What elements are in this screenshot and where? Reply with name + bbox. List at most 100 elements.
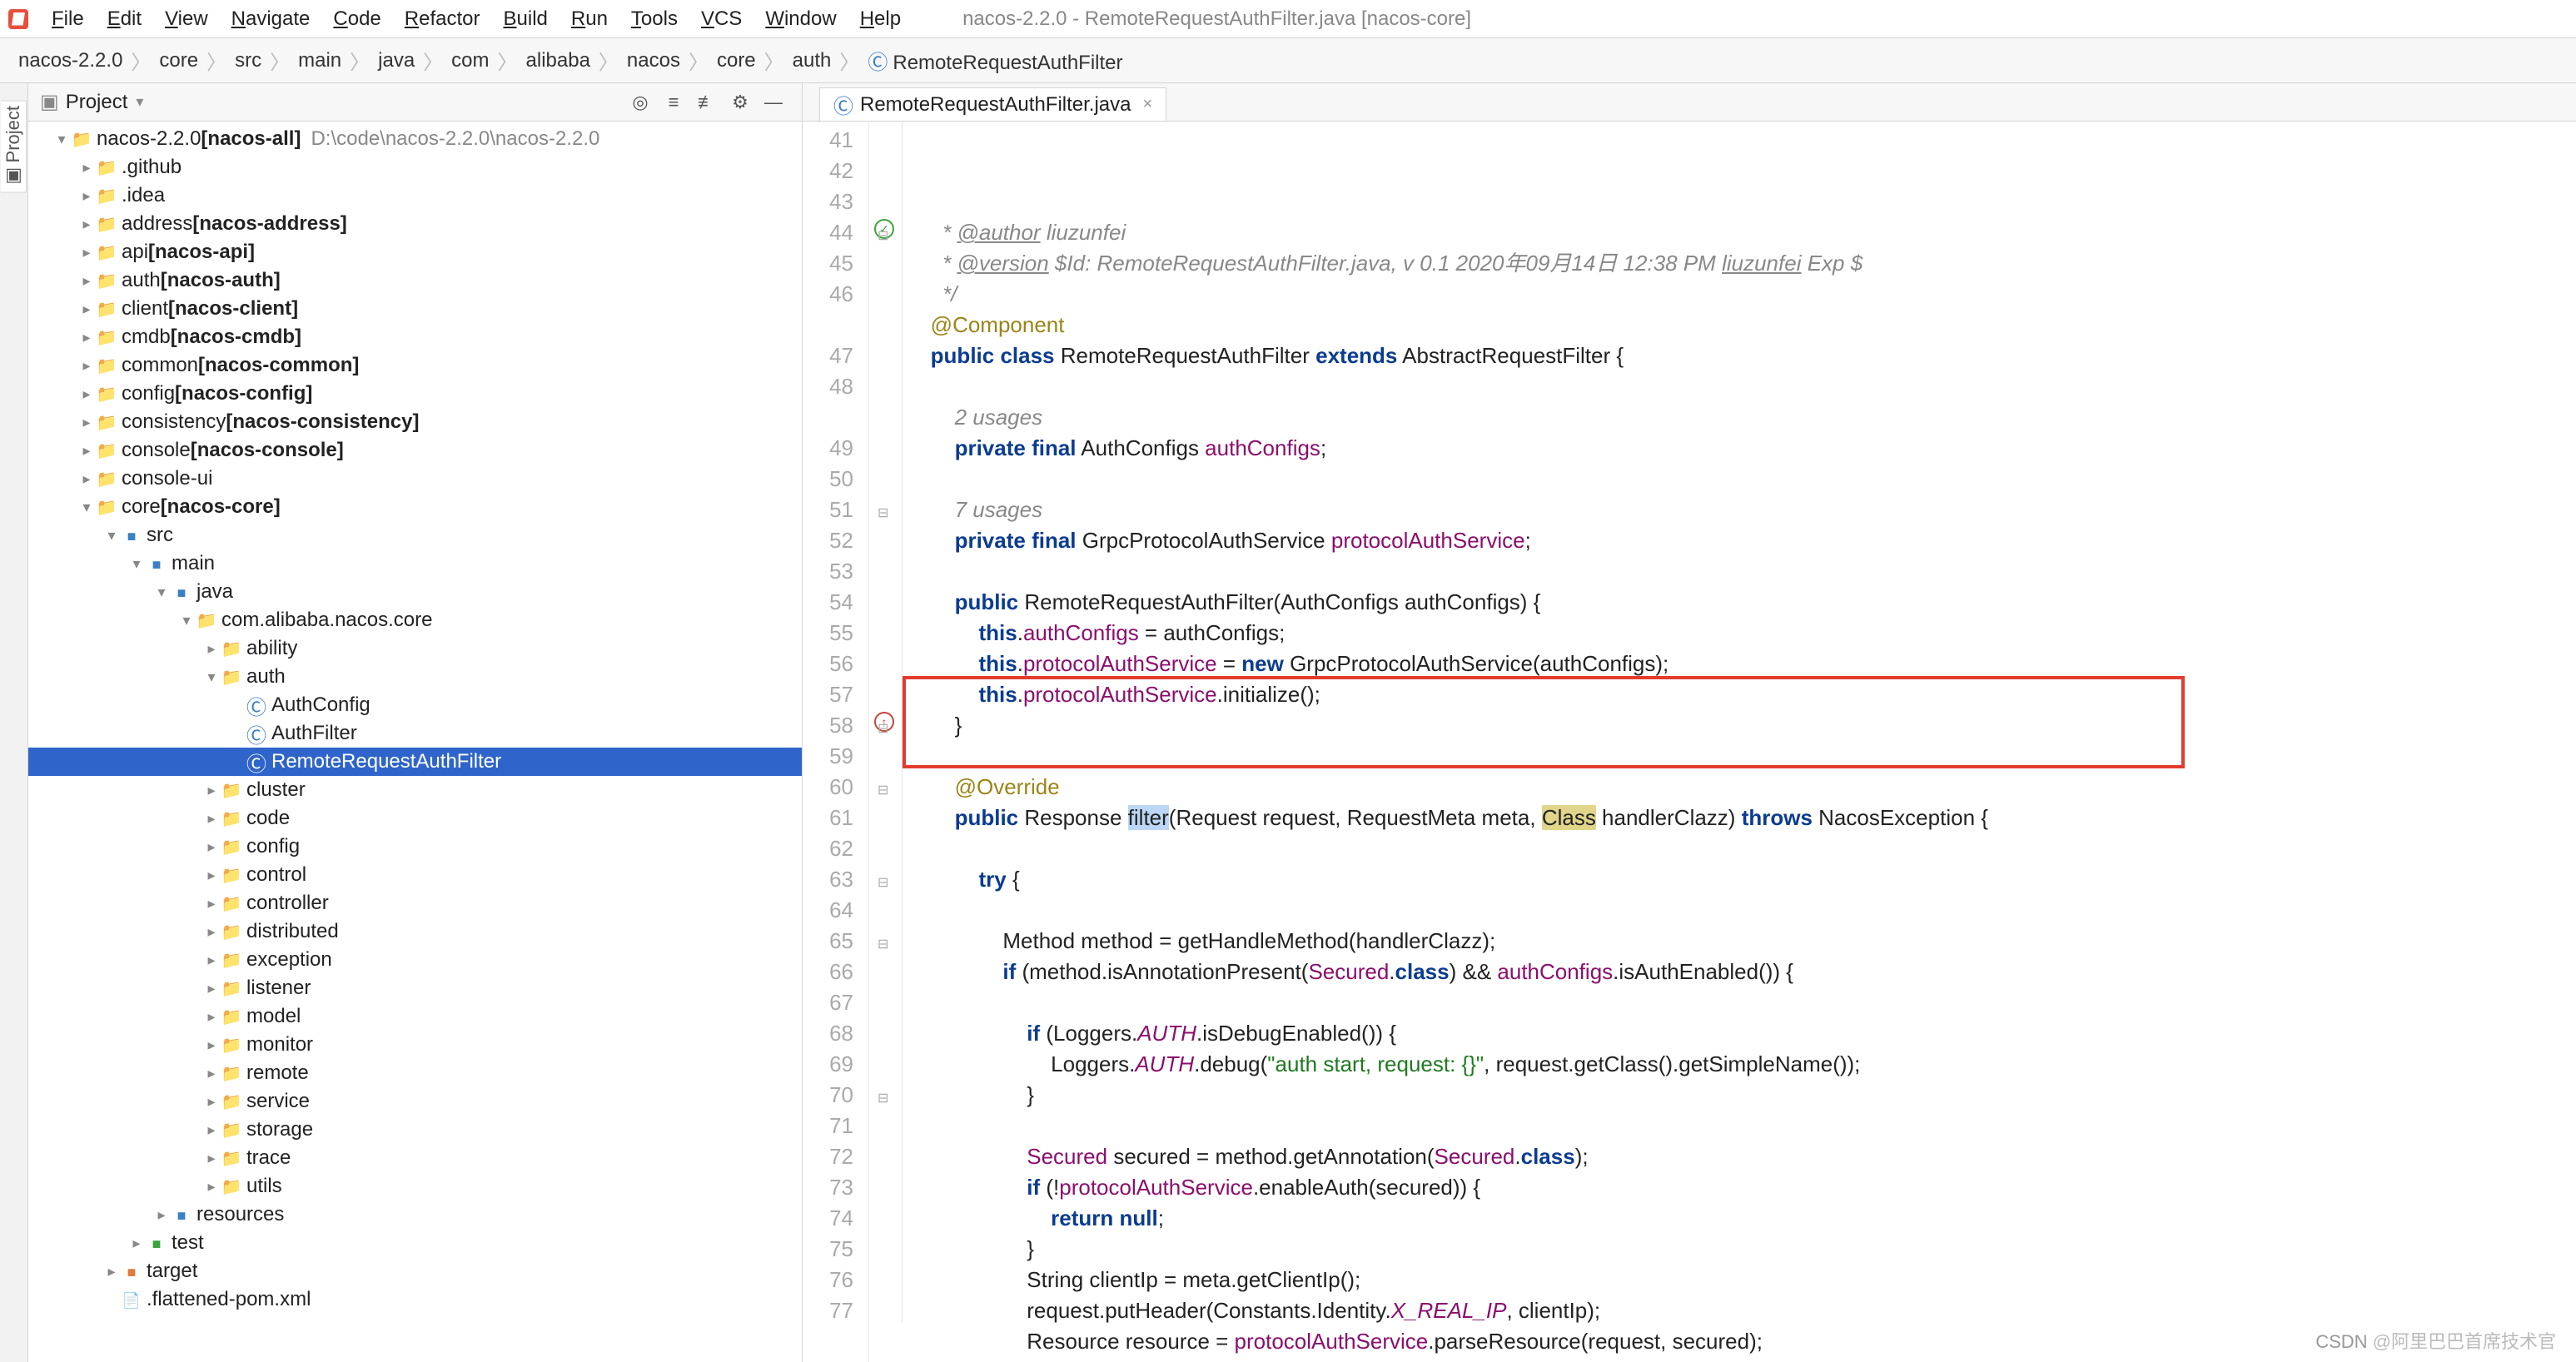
tree-arrow-icon[interactable] [203,838,220,856]
tree-arrow-icon[interactable] [203,1150,220,1167]
code-line[interactable]: this.authConfigs = authConfigs; [913,618,2576,649]
collapse-icon[interactable]: ≢ [694,89,720,116]
menu-build[interactable]: Build [492,7,559,30]
tree-item-config[interactable]: config [28,833,802,861]
tree-item-exception[interactable]: exception [28,946,802,974]
menu-vcs[interactable]: VCS [689,7,753,30]
menu-file[interactable]: File [40,7,96,30]
code-line[interactable]: if (Loggers.AUTH.isDebugEnabled()) { [913,1018,2576,1049]
tree-item-target[interactable]: target [28,1257,802,1285]
breadcrumb-core[interactable]: core [710,49,763,72]
code-line[interactable]: if (!protocolAuthService.enableAuth(secu… [913,1172,2576,1203]
code-line[interactable] [913,1111,2576,1141]
tree-item-console-ui[interactable]: console-ui [28,465,802,493]
code-line[interactable]: Resource resource = protocolAuthService.… [913,1326,2576,1357]
gear-icon[interactable]: ⚙ [727,89,753,116]
menu-window[interactable]: Window [753,7,848,30]
code-line[interactable]: public Response filter(Request request, … [913,803,2576,833]
code-line[interactable]: request.putHeader(Constants.Identity.X_R… [913,1295,2576,1326]
tree-item-java[interactable]: java [28,578,802,606]
tree-item-authfilter[interactable]: AuthFilter [28,719,802,748]
tree-arrow-icon[interactable] [178,612,195,629]
tree-item-test[interactable]: test [28,1229,802,1257]
code-line[interactable]: Loggers.AUTH.debug("auth start, request:… [913,1049,2576,1080]
tree-item-monitor[interactable]: monitor [28,1031,802,1059]
code-line[interactable]: * @version $Id: RemoteRequestAuthFilter.… [913,248,2576,279]
tree-item-remoterequestauthfilter[interactable]: RemoteRequestAuthFilter [28,748,802,776]
code-line[interactable]: } [913,1080,2576,1111]
code-line[interactable]: Secured secured = method.getAnnotation(S… [913,1141,2576,1172]
project-tree[interactable]: nacos-2.2.0 [nacos-all]D:\code\nacos-2.2… [28,122,802,1362]
tree-arrow-icon[interactable] [203,895,220,912]
tree-item-ability[interactable]: ability [28,634,802,663]
menu-navigate[interactable]: Navigate [220,7,322,30]
tree-item--github[interactable]: .github [28,153,802,181]
tree-arrow-icon[interactable] [78,499,95,516]
tree-item-remote[interactable]: remote [28,1059,802,1087]
tree-item-code[interactable]: code [28,804,802,833]
tree-item-model[interactable]: model [28,1002,802,1031]
breadcrumb-auth[interactable]: auth [786,49,838,72]
tree-item--idea[interactable]: .idea [28,181,802,210]
menu-code[interactable]: Code [321,7,392,30]
code-line[interactable]: 7 usages [913,495,2576,525]
fold-icon[interactable]: ⊟ [878,1083,888,1114]
tree-arrow-icon[interactable] [103,527,120,544]
tree-arrow-icon[interactable] [203,1065,220,1082]
code-line[interactable]: public RemoteRequestAuthFilter(AuthConfi… [913,587,2576,618]
tree-arrow-icon[interactable] [78,159,95,176]
fold-icon[interactable]: ⊟ [878,713,888,744]
tree-arrow-icon[interactable] [103,1263,120,1280]
code-line[interactable]: @Component [913,310,2576,340]
menu-run[interactable]: Run [559,7,619,30]
tree-item-trace[interactable]: trace [28,1144,802,1172]
code-line[interactable]: return null; [913,1203,2576,1234]
tree-arrow-icon[interactable] [203,980,220,997]
tree-arrow-icon[interactable] [78,244,95,261]
target-icon[interactable]: ◎ [627,89,654,116]
tree-item-storage[interactable]: storage [28,1116,802,1144]
code-line[interactable]: private final AuthConfigs authConfigs; [913,433,2576,464]
tree-arrow-icon[interactable] [78,414,95,431]
menu-refactor[interactable]: Refactor [393,7,492,30]
tree-item-consistency[interactable]: consistency [nacos-consistency] [28,408,802,436]
code-line[interactable]: */ [913,279,2576,310]
tree-arrow-icon[interactable] [203,952,220,969]
tree-arrow-icon[interactable] [153,584,170,601]
code-content[interactable]: * @author liuzunfei * @version $Id: Remo… [903,122,2576,1362]
hide-icon[interactable]: — [760,89,787,116]
tree-arrow-icon[interactable] [153,1206,170,1224]
fold-icon[interactable]: ⊟ [878,929,888,960]
tree-arrow-icon[interactable] [203,810,220,828]
tree-item-address[interactable]: address [nacos-address] [28,210,802,238]
tree-arrow-icon[interactable] [78,216,95,233]
tree-arrow-icon[interactable] [78,329,95,346]
tree-item-common[interactable]: common [nacos-common] [28,351,802,380]
code-line[interactable]: Method method = getHandleMethod(handlerC… [913,926,2576,957]
breadcrumb-java[interactable]: java [371,49,421,72]
code-line[interactable] [913,833,2576,864]
fold-icon[interactable]: ⊟ [878,498,888,529]
code-line[interactable]: if (method.isAnnotationPresent(Secured.c… [913,957,2576,987]
tree-item-listener[interactable]: listener [28,974,802,1002]
fold-icon[interactable]: ⊟ [878,867,888,898]
code-line[interactable]: String clientIp = meta.getClientIp(); [913,1265,2576,1295]
tree-arrow-icon[interactable] [203,782,220,799]
code-line[interactable]: try { [913,864,2576,895]
tree-item-console[interactable]: console [nacos-console] [28,436,802,465]
tree-arrow-icon[interactable] [78,357,95,375]
code-line[interactable] [913,556,2576,587]
tree-arrow-icon[interactable] [78,442,95,460]
tree-item-auth[interactable]: auth [nacos-auth] [28,266,802,295]
code-line[interactable] [913,464,2576,495]
tree-arrow-icon[interactable] [78,385,95,403]
tree-arrow-icon[interactable] [203,1036,220,1054]
tree-item-api[interactable]: api [nacos-api] [28,238,802,266]
tree-arrow-icon[interactable] [128,1235,145,1252]
tree-arrow-icon[interactable] [203,1121,220,1139]
tree-item-resources[interactable]: resources [28,1200,802,1229]
code-line[interactable] [913,371,2576,402]
tree-arrow-icon[interactable] [78,272,95,290]
tree-item--flattened-pom-xml[interactable]: .flattened-pom.xml [28,1285,802,1314]
breadcrumb-nacos-2.2.0[interactable]: nacos-2.2.0 [12,49,129,72]
